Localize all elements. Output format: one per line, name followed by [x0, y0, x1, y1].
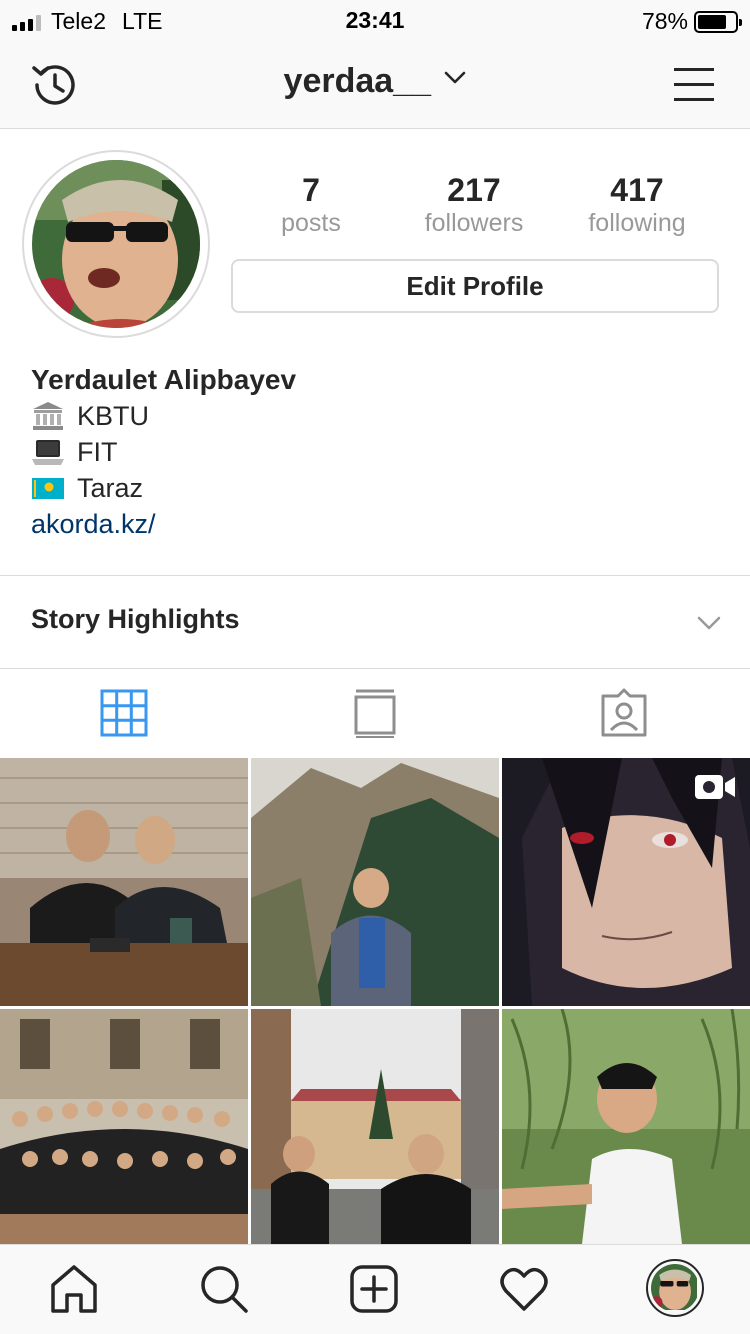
classical-building-icon: [33, 402, 63, 430]
account-switcher[interactable]: yerdaa__: [0, 62, 750, 101]
home-icon[interactable]: [48, 1263, 100, 1315]
tagged-photos-icon[interactable]: [599, 688, 649, 738]
avatar-photo: [32, 160, 200, 328]
video-icon: [695, 775, 735, 799]
posts-grid: [0, 758, 750, 1244]
activity-heart-icon[interactable]: [498, 1263, 550, 1315]
full-name: Yerdaulet Alipbayev: [31, 364, 297, 395]
bottom-tab-bar: [0, 1244, 750, 1334]
story-highlights-label: Story Highlights: [31, 604, 240, 634]
post-thumbnail[interactable]: [0, 1009, 248, 1257]
post-thumbnail[interactable]: [502, 1009, 750, 1257]
posts-count-value: 7: [302, 172, 320, 208]
status-time: 23:41: [345, 7, 405, 33]
following-count[interactable]: 417 following: [557, 172, 717, 238]
profile-bio: Yerdaulet Alipbayev KBTU FIT Taraz akord…: [31, 362, 711, 542]
bio-text-school: KBTU: [77, 401, 150, 431]
profile-tab-avatar-photo: [651, 1264, 699, 1312]
profile-avatar-ring[interactable]: [22, 150, 210, 338]
status-bar: Tele2 LTE 23:41 78%: [0, 0, 750, 40]
post-photo: [0, 758, 248, 1006]
search-icon[interactable]: [198, 1263, 250, 1315]
post-thumbnail[interactable]: [251, 1009, 499, 1257]
story-highlights-row[interactable]: Story Highlights: [0, 575, 750, 669]
battery-percent: 78%: [641, 8, 688, 34]
laptop-icon: [32, 440, 64, 465]
followers-count-label: followers: [424, 209, 524, 237]
posts-count: 7 posts: [231, 172, 391, 238]
post-photo: [251, 758, 499, 1006]
post-photo: [251, 1009, 499, 1244]
post-photo: [502, 1009, 750, 1244]
website-link[interactable]: akorda.kz/: [31, 506, 711, 542]
following-count-label: following: [588, 209, 686, 237]
chevron-down-icon[interactable]: [696, 610, 722, 636]
username-title: yerdaa__: [283, 62, 431, 100]
profile-view-tabs: [0, 670, 750, 758]
bio-text-faculty: FIT: [77, 437, 118, 467]
status-right: 78%: [641, 8, 742, 35]
chevron-down-icon: [445, 71, 466, 84]
battery-icon: [694, 10, 742, 33]
menu-icon[interactable]: [672, 64, 716, 104]
new-post-icon[interactable]: [348, 1263, 400, 1315]
top-nav-bar: yerdaa__: [0, 40, 750, 129]
edit-profile-button[interactable]: Edit Profile: [231, 259, 719, 313]
post-thumbnail[interactable]: [251, 758, 499, 1006]
posts-count-label: posts: [281, 209, 341, 237]
bio-text-city: Taraz: [77, 473, 144, 503]
bio-line: Taraz: [31, 470, 711, 506]
bio-line: FIT: [31, 434, 711, 470]
followers-count-value: 217: [447, 172, 501, 208]
battery-fill: [698, 14, 727, 29]
profile-tab-avatar[interactable]: [646, 1259, 704, 1317]
kazakhstan-flag-icon: [32, 478, 64, 499]
post-thumbnail[interactable]: [502, 758, 750, 1006]
following-count-value: 417: [610, 172, 664, 208]
bio-line: KBTU: [31, 398, 711, 434]
followers-count[interactable]: 217 followers: [394, 172, 554, 238]
grid-view-icon[interactable]: [99, 688, 149, 738]
post-thumbnail[interactable]: [0, 758, 248, 1006]
post-photo: [0, 1009, 248, 1244]
profile-avatar: [32, 160, 200, 328]
feed-view-icon[interactable]: [350, 688, 400, 738]
